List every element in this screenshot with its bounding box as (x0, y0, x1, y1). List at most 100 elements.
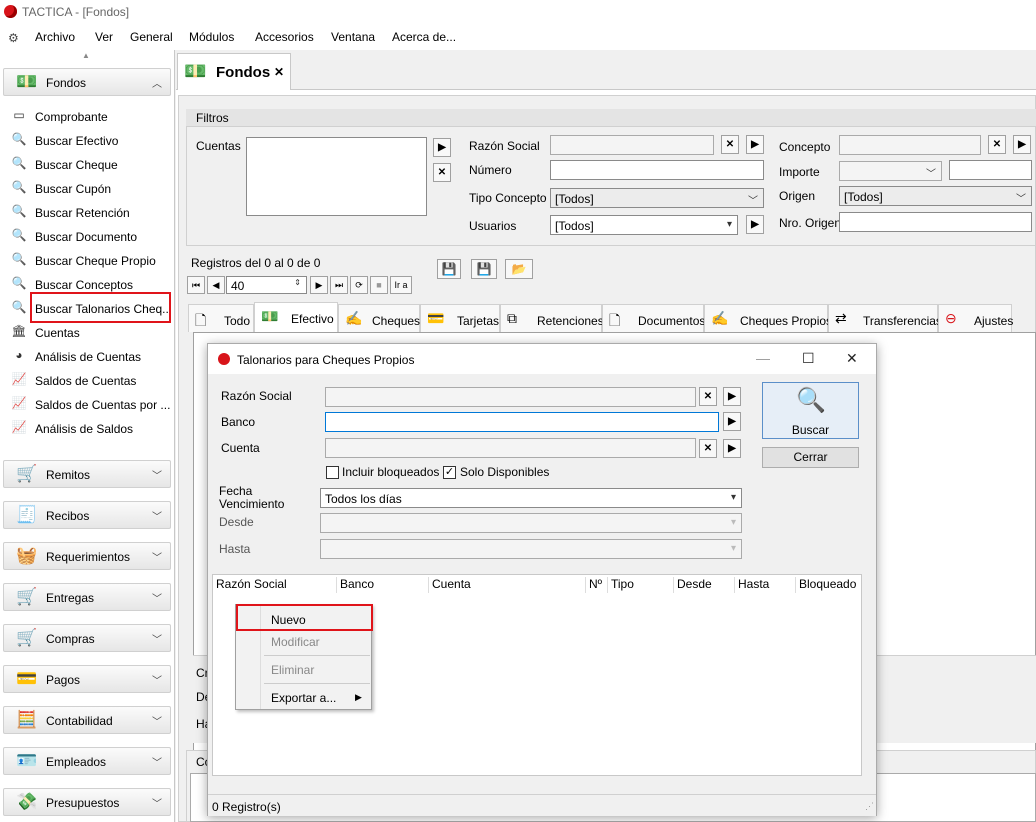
group-requerimientos[interactable]: 🧺 Requerimientos ﹀ (3, 542, 171, 570)
tab-todo[interactable]: 🗋 Todo (188, 304, 254, 332)
save-disabled-icon[interactable]: 💾 (471, 259, 497, 279)
first-page-button[interactable]: ⏮ (187, 276, 205, 294)
menu-modulos[interactable]: Módulos (189, 30, 234, 44)
cuenta-clear-button[interactable]: ✕ (699, 439, 717, 458)
group-empleados[interactable]: 🪪 Empleados ﹀ (3, 747, 171, 775)
refresh-button[interactable]: ⟳ (350, 276, 368, 294)
resize-grip-icon[interactable]: ⋰ (865, 801, 874, 812)
razon-social-field[interactable] (550, 135, 714, 155)
sidebar-item-buscar-cheque-propio[interactable]: 🔍 Buscar Cheque Propio (10, 250, 172, 270)
sidebar-item-buscar-cheque[interactable]: 🔍 Buscar Cheque (10, 154, 172, 174)
menu-item-modificar[interactable]: Modificar (271, 635, 320, 649)
sidebar-item-saldos-cuentas-por[interactable]: 📈 Saldos de Cuentas por ... (10, 394, 172, 414)
tab-tarjetas[interactable]: 💳 Tarjetas (420, 304, 500, 332)
last-page-button[interactable]: ⏭ (330, 276, 348, 294)
column-header-desde[interactable]: Desde (674, 577, 735, 593)
tab-retenciones[interactable]: ⧉ Retenciones (500, 304, 604, 332)
solo-disponibles-checkbox[interactable]: ✓ (443, 466, 456, 479)
column-header-bloqueado[interactable]: Bloqueado (796, 577, 862, 593)
origen-select[interactable]: [Todos] ﹀ (839, 186, 1032, 206)
maximize-icon[interactable]: ☐ (802, 350, 815, 367)
razon-social-field[interactable] (325, 387, 696, 407)
cerrar-button[interactable]: Cerrar (762, 447, 859, 468)
group-contabilidad[interactable]: 🧮 Contabilidad ﹀ (3, 706, 171, 734)
menu-item-exportar[interactable]: Exportar a... (271, 691, 336, 705)
razon-social-clear-button[interactable]: ✕ (699, 387, 717, 406)
cuenta-field[interactable] (325, 438, 696, 458)
group-remitos[interactable]: 🛒 Remitos ﹀ (3, 460, 171, 488)
close-icon[interactable]: ✕ (274, 65, 284, 79)
cuentas-list[interactable] (246, 137, 427, 216)
tab-transferencias[interactable]: ⇄ Transferencias (828, 304, 942, 332)
column-header-numero[interactable]: Nº (586, 577, 608, 593)
cuentas-add-button[interactable]: ▶ (433, 138, 451, 157)
tab-ajustes[interactable]: ⊖ Ajustes (938, 304, 1013, 332)
prev-page-button[interactable]: ◀ (207, 276, 225, 294)
sidebar-item-buscar-conceptos[interactable]: 🔍 Buscar Conceptos (10, 274, 172, 294)
tab-documentos[interactable]: 🗋 Documentos (602, 304, 705, 332)
group-pagos[interactable]: 💳 Pagos ﹀ (3, 665, 171, 693)
page-size-field[interactable]: 40 ⇕ (226, 276, 307, 294)
minimize-icon[interactable]: — (756, 350, 770, 366)
stop-button[interactable]: ■ (370, 276, 388, 294)
group-entregas[interactable]: 🛒 Entregas ﹀ (3, 583, 171, 611)
importe-operator-select[interactable]: ﹀ (839, 161, 942, 181)
menu-acerca[interactable]: Acerca de... (392, 30, 456, 44)
spinner-icon[interactable]: ⇕ (294, 278, 301, 287)
folder-open-icon[interactable]: 📂 (505, 259, 533, 279)
tab-efectivo[interactable]: 💵 Efectivo (254, 302, 338, 333)
menu-archivo[interactable]: Archivo (35, 30, 75, 44)
app-menu-icon[interactable]: ⚙ (8, 31, 19, 45)
column-header-banco[interactable]: Banco (337, 577, 429, 593)
tipo-concepto-select[interactable]: [Todos] ﹀ (550, 188, 764, 208)
sidebar-item-buscar-cupon[interactable]: 🔍 Buscar Cupón (10, 178, 172, 198)
tab-fondos[interactable]: 💵 Fondos ✕ (177, 53, 291, 90)
sidebar-item-analisis-saldos[interactable]: 📈 Análisis de Saldos (10, 418, 172, 438)
numero-field[interactable] (550, 160, 764, 180)
cuentas-clear-button[interactable]: ✕ (433, 163, 451, 182)
banco-field[interactable] (325, 412, 719, 432)
menu-general[interactable]: General (130, 30, 173, 44)
menu-ver[interactable]: Ver (95, 30, 113, 44)
menu-accesorios[interactable]: Accesorios (255, 30, 314, 44)
group-fondos[interactable]: 💵 Fondos ︿ (3, 68, 171, 96)
sidebar-item-buscar-documento[interactable]: 🔍 Buscar Documento (10, 226, 172, 246)
usuarios-search-button[interactable]: ▶ (746, 215, 764, 234)
razon-social-search-button[interactable]: ▶ (723, 387, 741, 406)
hasta-field[interactable]: ▾ (320, 539, 742, 559)
tab-cheques-propios[interactable]: ✍ Cheques Propios (704, 304, 832, 332)
menu-item-eliminar[interactable]: Eliminar (271, 663, 314, 677)
desde-field[interactable]: ▾ (320, 513, 742, 533)
goto-button[interactable]: Ir a (390, 276, 412, 294)
column-header-tipo[interactable]: Tipo (608, 577, 674, 593)
sidebar-item-cuentas[interactable]: 🏛 Cuentas (10, 322, 172, 342)
sidebar-item-saldos-cuentas[interactable]: 📈 Saldos de Cuentas (10, 370, 172, 390)
importe-field[interactable] (949, 160, 1032, 180)
next-page-button[interactable]: ▶ (310, 276, 328, 294)
sidebar-item-comprobante[interactable]: ▭ Comprobante (10, 106, 172, 126)
usuarios-select[interactable]: [Todos] ▾ (550, 215, 738, 235)
banco-search-button[interactable]: ▶ (723, 412, 741, 431)
tab-cheques[interactable]: ✍ Cheques (338, 304, 420, 332)
column-header-razon-social[interactable]: Razón Social (213, 577, 337, 593)
column-header-hasta[interactable]: Hasta (735, 577, 796, 593)
close-icon[interactable]: ✕ (846, 350, 858, 367)
column-header-cuenta[interactable]: Cuenta (429, 577, 586, 593)
nro-origen-field[interactable] (839, 212, 1032, 232)
concepto-field[interactable] (839, 135, 981, 155)
cuenta-search-button[interactable]: ▶ (723, 439, 741, 458)
razon-social-clear-button[interactable]: ✕ (721, 135, 739, 154)
sidebar-item-buscar-retencion[interactable]: 🔍 Buscar Retención (10, 202, 172, 222)
sidebar-item-analisis-cuentas[interactable]: ◕ Análisis de Cuentas (10, 346, 172, 366)
group-presupuestos[interactable]: 💸 Presupuestos ﹀ (3, 788, 171, 816)
menu-ventana[interactable]: Ventana (331, 30, 375, 44)
incluir-bloqueados-checkbox[interactable] (326, 466, 339, 479)
save-icon[interactable]: 💾 (437, 259, 461, 279)
group-recibos[interactable]: 🧾 Recibos ﹀ (3, 501, 171, 529)
fecha-vencimiento-select[interactable]: Todos los días ▾ (320, 488, 742, 508)
buscar-button[interactable]: 🔍 Buscar (762, 382, 859, 439)
scroll-up-icon[interactable]: ▲ (82, 51, 90, 60)
concepto-clear-button[interactable]: ✕ (988, 135, 1006, 154)
group-compras[interactable]: 🛒 Compras ﹀ (3, 624, 171, 652)
razon-social-search-button[interactable]: ▶ (746, 135, 764, 154)
